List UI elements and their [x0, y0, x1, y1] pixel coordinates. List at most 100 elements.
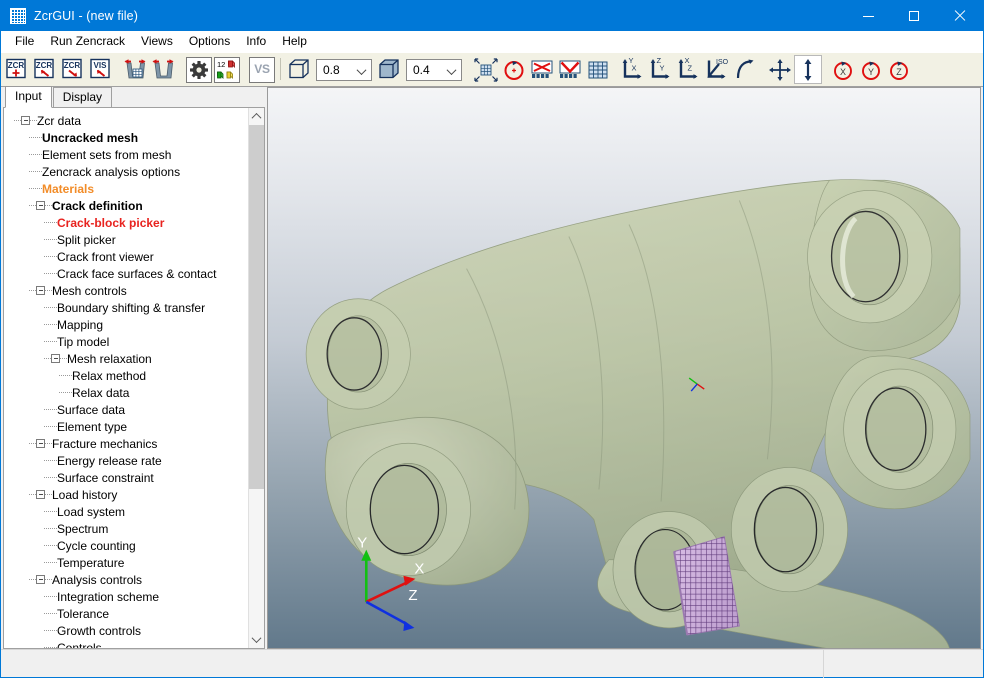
tree-item-controls[interactable]: Controls [4, 639, 248, 648]
hole-mid-right [843, 368, 957, 490]
tree-item-growth-controls[interactable]: Growth controls [4, 622, 248, 639]
tree-scrollbar[interactable] [248, 108, 264, 648]
tree-expander-icon[interactable] [21, 116, 30, 125]
solid-transparency-button[interactable] [375, 55, 403, 84]
tree-item-label: Analysis controls [52, 572, 143, 587]
elements-hide-icon [531, 60, 553, 78]
save-zcr-button[interactable]: ZCR [59, 55, 87, 84]
view-zy-button[interactable]: Z Y [647, 55, 675, 84]
tree-item-crack-face-surfaces-contact[interactable]: Crack face surfaces & contact [4, 265, 248, 282]
reset-view-button[interactable] [500, 55, 528, 84]
menu-options[interactable]: Options [181, 32, 238, 51]
menu-run-zencrack[interactable]: Run Zencrack [42, 32, 133, 51]
close-button[interactable] [937, 1, 983, 31]
wireframe-transparency-button[interactable] [285, 55, 313, 84]
tree-item-relax-data[interactable]: Relax data [4, 384, 248, 401]
tree-item-energy-release-rate[interactable]: Energy release rate [4, 452, 248, 469]
tree-expander-icon[interactable] [36, 201, 45, 210]
tree-item-integration-scheme[interactable]: Integration scheme [4, 588, 248, 605]
rotate-x-label: X [840, 66, 846, 76]
tree-item-load-system[interactable]: Load system [4, 503, 248, 520]
tree-expander-icon[interactable] [36, 575, 45, 584]
tree-item-surface-data[interactable]: Surface data [4, 401, 248, 418]
tree-item-crack-definition[interactable]: Crack definition [4, 197, 248, 214]
view-xz-button[interactable]: X Z [675, 55, 703, 84]
application-window: ZcrGUI - (new file) File Run Zencrack Vi… [0, 0, 984, 678]
arc-rotate-button[interactable] [731, 55, 759, 84]
rotate-x-button[interactable]: X [829, 55, 857, 84]
view-yx-button[interactable]: Y X [619, 55, 647, 84]
tab-display[interactable]: Display [52, 87, 113, 107]
tree-connector [29, 171, 42, 172]
tree-item-mesh-controls[interactable]: Mesh controls [4, 282, 248, 299]
svg-text:ZCR: ZCR [36, 61, 53, 70]
tree-expander-icon[interactable] [36, 490, 45, 499]
tree-item-split-picker[interactable]: Split picker [4, 231, 248, 248]
pan-button[interactable] [766, 55, 794, 84]
settings-button[interactable] [186, 56, 212, 83]
maximize-button[interactable] [891, 1, 937, 31]
model-3d-viewport[interactable]: Y X Z [267, 87, 981, 649]
import-mesh-button[interactable] [122, 55, 150, 84]
tree-item-element-sets-from-mesh[interactable]: Element sets from mesh [4, 146, 248, 163]
solid-transparency-combo[interactable]: 0.4 [406, 58, 462, 81]
tree-item-zencrack-analysis-options[interactable]: Zencrack analysis options [4, 163, 248, 180]
tree-item-uncracked-mesh[interactable]: Uncracked mesh [4, 129, 248, 146]
tree-item-surface-constraint[interactable]: Surface constraint [4, 469, 248, 486]
tree-item-fracture-mechanics[interactable]: Fracture mechanics [4, 435, 248, 452]
tree-item-crack-front-viewer[interactable]: Crack front viewer [4, 248, 248, 265]
menu-help[interactable]: Help [274, 32, 315, 51]
menu-info[interactable]: Info [238, 32, 274, 51]
tree-item-tip-model[interactable]: Tip model [4, 333, 248, 350]
toolbar-gap-3 [241, 55, 248, 84]
tree-item-cycle-counting[interactable]: Cycle counting [4, 537, 248, 554]
rotate-z-button[interactable]: Z [885, 55, 913, 84]
scroll-thumb[interactable] [248, 125, 264, 490]
tree-item-mapping[interactable]: Mapping [4, 316, 248, 333]
tree-item-tolerance[interactable]: Tolerance [4, 605, 248, 622]
input-tree[interactable]: Zcr data Uncracked mesh Element sets from … [4, 108, 248, 648]
zoom-axis-button[interactable] [794, 55, 822, 84]
minimize-icon [862, 15, 874, 17]
axis-y-label: Y [357, 535, 367, 552]
minimize-button[interactable] [845, 1, 891, 31]
tree-expander-icon[interactable] [36, 286, 45, 295]
new-zcr-button[interactable]: ZCR [3, 55, 31, 84]
show-elements-button[interactable] [556, 55, 584, 84]
tree-item-mesh-relaxation[interactable]: Mesh relaxation [4, 350, 248, 367]
tree-item-boundary-shifting-transfer[interactable]: Boundary shifting & transfer [4, 299, 248, 316]
tree-connector [44, 324, 57, 325]
zoom-fit-button[interactable] [472, 55, 500, 84]
toolbar-gap-5 [612, 55, 619, 84]
rotate-y-button[interactable]: Y [857, 55, 885, 84]
menu-views[interactable]: Views [133, 32, 181, 51]
vis-button[interactable]: VIS [87, 55, 115, 84]
tree-item-relax-method[interactable]: Relax method [4, 367, 248, 384]
tree-connector [30, 120, 37, 121]
crack-block-library-button[interactable]: 12 [214, 56, 240, 83]
tree-item-temperature[interactable]: Temperature [4, 554, 248, 571]
tree-expander-icon[interactable] [51, 354, 60, 363]
export-mesh-button[interactable] [150, 55, 178, 84]
scroll-up-arrow[interactable] [248, 108, 264, 125]
open-zcr-button[interactable]: ZCR [31, 55, 59, 84]
tree-item-label: Integration scheme [57, 589, 160, 604]
wireframe-transparency-combo[interactable]: 0.8 [316, 58, 372, 81]
scroll-track[interactable] [248, 125, 264, 631]
tree-item-load-history[interactable]: Load history [4, 486, 248, 503]
tree-item-materials[interactable]: Materials [4, 180, 248, 197]
view-iso-button[interactable]: ISO [703, 55, 731, 84]
hide-elements-button[interactable] [528, 55, 556, 84]
scroll-down-arrow[interactable] [248, 631, 264, 648]
tree-expander-icon[interactable] [36, 439, 45, 448]
tree-item-analysis-controls[interactable]: Analysis controls [4, 571, 248, 588]
tree-item-zcr-data[interactable]: Zcr data [4, 112, 248, 129]
tree-item-spectrum[interactable]: Spectrum [4, 520, 248, 537]
menu-file[interactable]: File [7, 32, 42, 51]
mesh-display-button[interactable] [584, 55, 612, 84]
hole-top-right [807, 190, 933, 324]
vs-button[interactable]: VS [249, 56, 275, 83]
tree-item-element-type[interactable]: Element type [4, 418, 248, 435]
tab-input[interactable]: Input [5, 86, 52, 108]
tree-item-crack-block-picker[interactable]: Crack-block picker [4, 214, 248, 231]
